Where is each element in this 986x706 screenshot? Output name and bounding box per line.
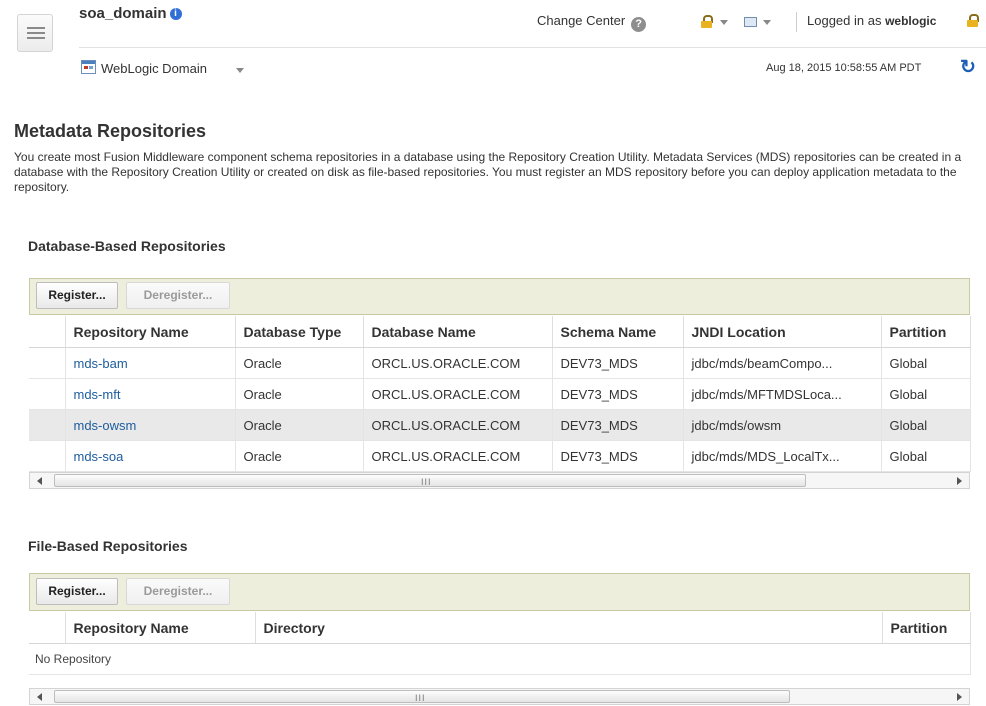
scroll-right-icon[interactable] xyxy=(957,693,962,701)
table-cell: jdbc/mds/beamCompo... xyxy=(683,347,882,379)
table-cell: DEV73_MDS xyxy=(552,378,684,410)
col-database-type[interactable]: Database Type xyxy=(235,316,364,348)
table-row-selected[interactable]: mds-owsm Oracle ORCL.US.ORACLE.COM DEV73… xyxy=(29,409,971,441)
col-database-name[interactable]: Database Name xyxy=(363,316,553,348)
change-center-menu[interactable]: Change Center? xyxy=(537,13,647,32)
db-toolbar: Register... Deregister... xyxy=(29,278,970,315)
col-jndi-location[interactable]: JNDI Location xyxy=(683,316,882,348)
table-cell: Oracle xyxy=(235,440,364,472)
table-cell: Global xyxy=(881,378,971,410)
table-cell: Oracle xyxy=(235,347,364,379)
file-section-title: File-Based Repositories xyxy=(28,538,188,554)
scroll-left-icon[interactable] xyxy=(37,693,42,701)
repository-link[interactable]: mds-soa xyxy=(65,440,236,472)
logged-in-label: Logged in as weblogic xyxy=(807,13,937,28)
empty-row: No Repository xyxy=(29,643,971,675)
table-cell: jdbc/mds/MFTMDSLoca... xyxy=(683,378,882,410)
repository-link[interactable]: mds-owsm xyxy=(65,409,236,441)
repository-link[interactable]: mds-mft xyxy=(65,378,236,410)
info-icon[interactable]: i xyxy=(169,8,182,20)
table-cell: DEV73_MDS xyxy=(552,347,684,379)
divider xyxy=(796,12,797,32)
col-partition[interactable]: Partition xyxy=(881,316,971,348)
table-row[interactable]: mds-bam Oracle ORCL.US.ORACLE.COM DEV73_… xyxy=(29,347,971,379)
menu-bar-icon xyxy=(27,32,45,34)
table-cell: ORCL.US.ORACLE.COM xyxy=(363,440,553,472)
db-register-button[interactable]: Register... xyxy=(36,282,118,309)
table-cell: DEV73_MDS xyxy=(552,440,684,472)
header-divider xyxy=(79,47,986,48)
table-cell: Oracle xyxy=(235,378,364,410)
file-deregister-button[interactable]: Deregister... xyxy=(126,578,230,605)
username: weblogic xyxy=(885,14,937,28)
domain-title[interactable]: soa_domain i xyxy=(79,5,182,22)
user-lock-icon[interactable] xyxy=(966,14,979,27)
scrollbar-thumb[interactable]: III xyxy=(54,690,790,703)
row-header-column xyxy=(29,612,66,644)
chevron-down-icon[interactable] xyxy=(763,20,771,25)
table-cell: Global xyxy=(881,347,971,379)
table-cell: DEV73_MDS xyxy=(552,409,684,441)
chevron-down-icon[interactable] xyxy=(236,68,244,73)
table-cell: ORCL.US.ORACLE.COM xyxy=(363,378,553,410)
scrollbar-thumb[interactable]: III xyxy=(54,474,806,487)
table-row[interactable]: mds-soa Oracle ORCL.US.ORACLE.COM DEV73_… xyxy=(29,440,971,472)
table-cell: jdbc/mds/owsm xyxy=(683,409,882,441)
col-repository-name[interactable]: Repository Name xyxy=(65,316,236,348)
table-row[interactable]: mds-mft Oracle ORCL.US.ORACLE.COM DEV73_… xyxy=(29,378,971,410)
repository-link[interactable]: mds-bam xyxy=(65,347,236,379)
db-horizontal-scrollbar[interactable]: III xyxy=(29,472,970,489)
table-cell: jdbc/mds/MDS_LocalTx... xyxy=(683,440,882,472)
col-directory[interactable]: Directory xyxy=(255,612,883,644)
col-schema-name[interactable]: Schema Name xyxy=(552,316,684,348)
weblogic-domain-icon xyxy=(81,60,96,74)
chevron-down-icon[interactable] xyxy=(720,20,728,25)
monitor-icon[interactable] xyxy=(744,17,757,27)
table-cell: ORCL.US.ORACLE.COM xyxy=(363,409,553,441)
help-icon[interactable]: ? xyxy=(631,17,647,32)
weblogic-domain-menu[interactable]: WebLogic Domain xyxy=(101,61,207,76)
scroll-right-icon[interactable] xyxy=(957,477,962,485)
db-deregister-button[interactable]: Deregister... xyxy=(126,282,230,309)
col-partition[interactable]: Partition xyxy=(882,612,971,644)
refresh-icon[interactable]: ↻ xyxy=(960,58,976,77)
menu-bar-icon xyxy=(27,27,45,29)
db-section-title: Database-Based Repositories xyxy=(28,238,226,254)
empty-table-message: No Repository xyxy=(29,643,971,675)
menu-bar-icon xyxy=(27,37,45,39)
table-cell: Oracle xyxy=(235,409,364,441)
page-timestamp: Aug 18, 2015 10:58:55 AM PDT xyxy=(766,62,922,74)
file-register-button[interactable]: Register... xyxy=(36,578,118,605)
col-repository-name[interactable]: Repository Name xyxy=(65,612,256,644)
table-cell: Global xyxy=(881,440,971,472)
scroll-left-icon[interactable] xyxy=(37,477,42,485)
file-horizontal-scrollbar[interactable]: III xyxy=(29,688,970,705)
row-header-column xyxy=(29,316,66,348)
navigation-menu-button[interactable] xyxy=(17,14,53,52)
page-description: You create most Fusion Middleware compon… xyxy=(14,150,962,194)
page-title: Metadata Repositories xyxy=(14,121,207,141)
table-cell: ORCL.US.ORACLE.COM xyxy=(363,347,553,379)
file-repositories-table: Repository Name Directory Partition No R… xyxy=(29,612,971,675)
db-repositories-table: Repository Name Database Type Database N… xyxy=(29,316,971,472)
file-toolbar: Register... Deregister... xyxy=(29,573,970,611)
table-cell: Global xyxy=(881,409,971,441)
lock-icon[interactable] xyxy=(700,15,713,28)
